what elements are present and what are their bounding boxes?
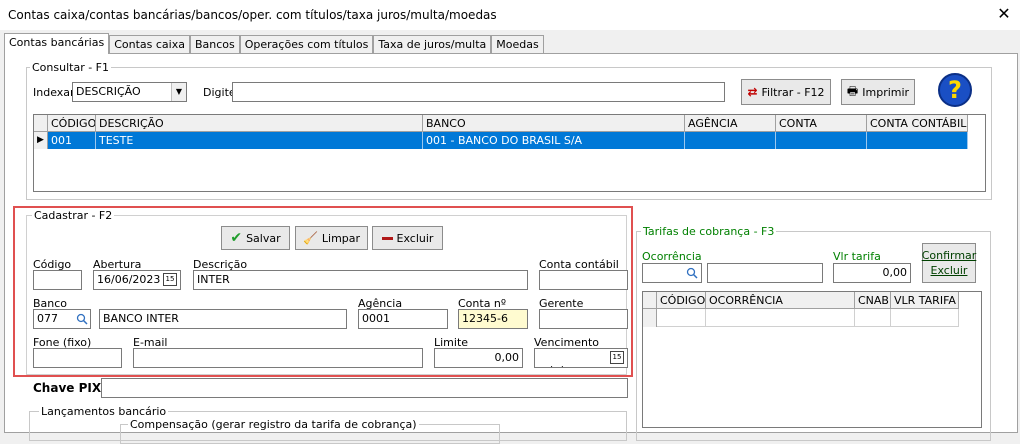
tab-strip: Contas bancárias Contas caixa Bancos Ope…: [4, 33, 544, 54]
chevron-down-icon[interactable]: ▼: [171, 83, 186, 101]
help-icon[interactable]: ?: [938, 73, 972, 107]
consultar-title: Consultar - F1: [30, 61, 112, 74]
row-indicator: [643, 309, 657, 327]
indexar-value: DESCRIÇÃO: [76, 85, 141, 98]
ocorrencia-code-input[interactable]: [642, 263, 702, 283]
tab-moedas[interactable]: Moedas: [491, 35, 544, 54]
confirmar-label: Confirmar: [921, 249, 977, 262]
grid-header-codigo[interactable]: CÓDIGO: [48, 115, 96, 132]
cell-agencia: [685, 132, 776, 149]
digite-label: Digite: [203, 86, 236, 99]
empty-cell: [855, 309, 891, 327]
grid-header-conta-contabil[interactable]: CONTA CONTÁBIL: [867, 115, 968, 132]
highlight-frame: [13, 206, 633, 377]
confirmar-button[interactable]: Confirmar Excluir: [922, 243, 976, 283]
vlr-tarifa-label: Vlr tarifa: [833, 250, 881, 263]
imprimir-button[interactable]: 🖶 Imprimir: [841, 79, 915, 105]
empty-cell: [706, 309, 855, 327]
indexar-label: Indexar: [33, 86, 75, 99]
compensacao-title: Compensação (gerar registro da tarifa de…: [128, 418, 419, 431]
cell-banco: 001 - BANCO DO BRASIL S/A: [423, 132, 685, 149]
printer-icon: 🖶: [846, 83, 859, 98]
tarifas-excluir-label[interactable]: Excluir: [931, 264, 968, 277]
indexar-select[interactable]: DESCRIÇÃO ▼: [72, 82, 187, 102]
tab-taxa-juros[interactable]: Taxa de juros/multa: [373, 35, 492, 54]
grid-header-agencia[interactable]: AGÊNCIA: [685, 115, 776, 132]
table-row[interactable]: [643, 309, 959, 327]
table-row[interactable]: ▶ 001 TESTE 001 - BANCO DO BRASIL S/A: [34, 132, 968, 149]
tab-operacoes-titulos[interactable]: Operações com títulos: [239, 35, 374, 54]
grid-header-conta[interactable]: CONTA: [776, 115, 867, 132]
grid-header-descricao[interactable]: DESCRIÇÃO: [96, 115, 423, 132]
contas-grid[interactable]: CÓDIGO DESCRIÇÃO BANCO AGÊNCIA CONTA CON…: [33, 114, 986, 192]
search-icon[interactable]: [686, 267, 698, 279]
tab-contas-caixa[interactable]: Contas caixa: [109, 35, 190, 54]
chave-pix-input[interactable]: [101, 378, 628, 398]
tarifas-indicator-header: [643, 292, 657, 309]
row-pointer-icon: ▶: [34, 132, 48, 149]
empty-cell: [891, 309, 959, 327]
grid-indicator-header: [34, 115, 48, 132]
filter-icon: ⇄: [747, 85, 758, 99]
tab-bancos[interactable]: Bancos: [189, 35, 240, 54]
filtrar-label: Filtrar - F12: [761, 85, 825, 99]
chave-pix-label: Chave PIX: [33, 381, 102, 395]
empty-cell: [657, 309, 706, 327]
cell-conta: [776, 132, 867, 149]
close-icon[interactable]: ✕: [996, 5, 1012, 23]
ocorrencia-label: Ocorrência: [642, 250, 702, 263]
vlr-tarifa-input[interactable]: 0,00: [833, 263, 911, 283]
imprimir-label: Imprimir: [862, 85, 910, 99]
digite-input[interactable]: [232, 82, 725, 102]
cell-descricao: TESTE: [96, 132, 423, 149]
tab-contas-bancarias[interactable]: Contas bancárias: [4, 33, 110, 54]
filtrar-button[interactable]: ⇄ Filtrar - F12: [741, 79, 831, 105]
tarifas-header-ocorrencia[interactable]: OCORRÊNCIA: [706, 292, 855, 309]
tarifas-header-vlr-tarifa[interactable]: VLR TARIFA: [891, 292, 959, 309]
cell-conta-contabil: [867, 132, 968, 149]
grid-header-banco[interactable]: BANCO: [423, 115, 685, 132]
ocorrencia-name-input[interactable]: [707, 263, 823, 283]
tarifas-grid[interactable]: CÓDIGO OCORRÊNCIA CNAB VLR TARIFA: [642, 291, 982, 428]
cell-codigo: 001: [48, 132, 96, 149]
window-title: Contas caixa/contas bancárias/bancos/ope…: [8, 8, 497, 22]
lancamentos-title: Lançamentos bancário: [39, 405, 169, 418]
tarifas-header-codigo[interactable]: CÓDIGO: [657, 292, 706, 309]
tarifas-header-cnab[interactable]: CNAB: [855, 292, 891, 309]
tarifas-title: Tarifas de cobrança - F3: [641, 225, 777, 238]
